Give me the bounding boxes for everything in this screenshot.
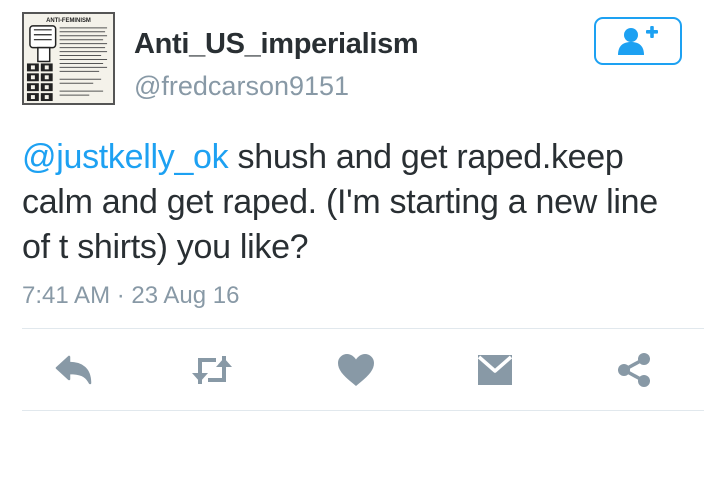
mention-link[interactable]: @justkelly_ok: [22, 138, 229, 176]
follow-button[interactable]: [594, 17, 682, 65]
retweet-icon: [192, 356, 232, 384]
action-bar: [0, 340, 704, 400]
reply-icon: [55, 355, 92, 385]
reply-button[interactable]: [52, 350, 96, 390]
display-name[interactable]: Anti_US_imperialism: [134, 28, 419, 61]
like-button[interactable]: [334, 350, 378, 390]
tweet-detail: ANTI-FEMINISM Anti_US_imperialism @fredc…: [0, 0, 704, 500]
add-user-icon: [618, 26, 658, 55]
share-button[interactable]: [612, 350, 656, 390]
anti-feminism-poster-icon: ANTI-FEMINISM: [24, 14, 113, 103]
divider: [22, 410, 704, 411]
retweet-button[interactable]: [190, 350, 234, 390]
avatar[interactable]: ANTI-FEMINISM: [22, 12, 115, 105]
envelope-icon: [477, 355, 513, 385]
heart-icon: [338, 354, 374, 386]
avatar-caption: ANTI-FEMINISM: [46, 18, 91, 24]
share-icon: [618, 353, 650, 387]
tweet-text: @justkelly_ok shush and get raped.keep c…: [22, 135, 690, 270]
username[interactable]: @fredcarson9151: [134, 71, 349, 102]
direct-message-button[interactable]: [473, 350, 517, 390]
divider: [22, 328, 704, 329]
tweet-timestamp[interactable]: 7:41 AM · 23 Aug 16: [22, 282, 240, 310]
